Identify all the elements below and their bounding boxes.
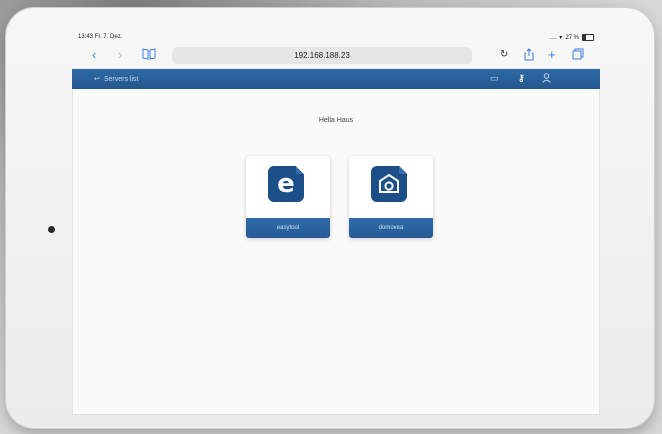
tile-label-domovea: domovea [349, 218, 433, 238]
user-icon[interactable] [542, 73, 551, 85]
new-tab-icon[interactable]: + [548, 48, 556, 62]
chat-icon[interactable]: ▭ [490, 73, 499, 84]
return-arrow-icon: ↩ [94, 76, 100, 83]
app-header: ↩ Servers list ▭ ⚷ [72, 69, 600, 89]
browser-toolbar: ‹ › 192.168.188.23 ↻ + [72, 44, 600, 69]
tile-easytool[interactable]: e easytool [246, 156, 330, 238]
settings-key-icon[interactable]: ⚷ [518, 73, 525, 84]
reload-icon[interactable]: ↻ [500, 48, 508, 62]
camera-icon [48, 226, 55, 233]
forward-arrow-icon[interactable]: › [118, 48, 122, 62]
servers-list-link[interactable]: ↩ Servers list [94, 75, 139, 84]
battery-icon [582, 34, 594, 41]
signal-icon: .... [549, 34, 557, 41]
url-text: 192.168.188.23 [294, 51, 350, 60]
user-glyph-icon [542, 73, 551, 83]
e-logo-icon: e [268, 166, 304, 202]
share-glyph-icon [524, 48, 534, 61]
date-text: Fr. 7. Dez. [94, 34, 123, 40]
servers-list-label: Servers list [103, 75, 139, 83]
tile-label-easytool: easytool [246, 218, 330, 238]
battery-text: 27 % [565, 34, 579, 41]
tile-domovea[interactable]: domovea [349, 156, 433, 238]
camera-house-icon [371, 166, 407, 202]
share-icon[interactable] [524, 48, 534, 64]
address-bar[interactable]: 192.168.188.23 [172, 47, 472, 64]
wifi-icon: ▾ [559, 35, 563, 41]
camera-glyph-icon [379, 174, 399, 193]
status-time: 13:43 Fr. 7. Dez. [78, 34, 122, 40]
site-title: Hella Haus [318, 117, 354, 124]
time-text: 13:43 [78, 34, 94, 40]
screen: 13:43 Fr. 7. Dez. .... ▾ 27 % ‹ › 192.16… [72, 30, 600, 415]
tablet-frame: 13:43 Fr. 7. Dez. .... ▾ 27 % ‹ › 192.16… [6, 8, 654, 428]
status-bar: 13:43 Fr. 7. Dez. .... ▾ 27 % [72, 30, 600, 44]
back-arrow-icon[interactable]: ‹ [92, 48, 96, 62]
book-icon [142, 48, 156, 60]
bookmarks-icon[interactable] [142, 48, 156, 64]
tabs-icon[interactable] [572, 48, 584, 63]
tabs-glyph-icon [572, 48, 584, 60]
status-right: .... ▾ 27 % [550, 34, 594, 41]
